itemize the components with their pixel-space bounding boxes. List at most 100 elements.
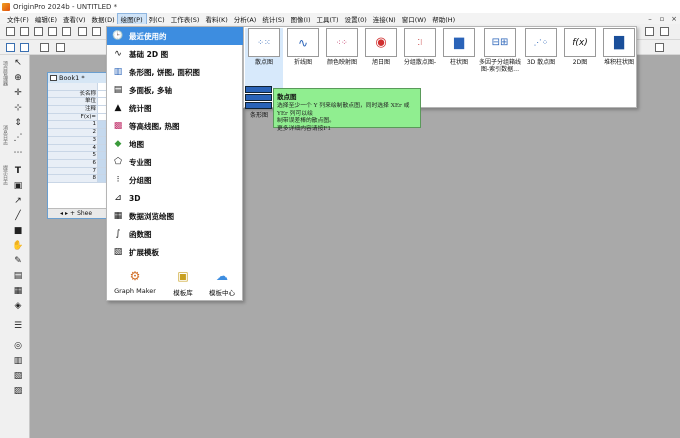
menu-data[interactable]: 数据(D) [89, 14, 118, 24]
sheet-add-icon[interactable]: + [70, 210, 75, 217]
table-row[interactable]: 4 [48, 144, 109, 153]
gallery-tile-colormap[interactable]: ⁖⁘ 颜色映射图 [323, 28, 361, 88]
table-row[interactable]: 6 [48, 159, 109, 168]
arrow-tool-icon[interactable]: ↗ [12, 195, 24, 207]
restore-icon[interactable]: ▫ [656, 15, 668, 23]
category-extension[interactable]: ▧ 扩展模板 [107, 243, 244, 261]
label-row[interactable]: 注释 [48, 106, 109, 114]
mask-tool-icon[interactable]: ⋯ [12, 147, 24, 159]
menu-worksheet[interactable]: 工作表(S) [168, 14, 203, 24]
table-row[interactable]: 1 [48, 121, 109, 130]
workbook-window[interactable]: Book1 * 长名称 单位 注释 F(x)= 1 2 3 4 5 6 7 8 … [47, 72, 110, 219]
menu-edit[interactable]: 编辑(E) [32, 14, 60, 24]
menu-window[interactable]: 窗口(W) [399, 14, 430, 24]
menu-view[interactable]: 查看(V) [60, 14, 89, 24]
data-reader-tool-icon[interactable]: ✛ [12, 87, 24, 99]
gallery-tile-2d-function[interactable]: f(x) 2D图 [561, 28, 599, 88]
label-row[interactable]: F(x)= [48, 113, 109, 122]
insert-graph-icon[interactable]: ▤ [12, 270, 24, 282]
redo-icon[interactable] [20, 43, 29, 52]
category-grouped[interactable]: ⁝ 分组图 [107, 171, 244, 189]
open-icon[interactable] [78, 27, 87, 36]
menu-statistics[interactable]: 统计(S) [259, 14, 287, 24]
toolbar-extra2-icon[interactable] [660, 27, 669, 36]
category-function[interactable]: ∫ 函数图 [107, 225, 244, 243]
app-icon-2[interactable]: ▥ [12, 355, 24, 367]
new-notes-icon[interactable] [62, 27, 71, 36]
gallery-tile-3d-scatter[interactable]: ⋰⁘ 3D 散点图 [522, 28, 560, 88]
category-3d[interactable]: ⊿ 3D [107, 189, 244, 207]
graph-maker-button[interactable]: ⚙ Graph Maker [109, 267, 161, 295]
sub-tile-bar[interactable]: 条形图 [245, 86, 273, 121]
gallery-tile-multifactor-box[interactable]: ⊟⊞ 多因子分组箱线图-索引数据… [479, 28, 521, 88]
menu-file[interactable]: 文件(F) [4, 14, 32, 24]
menu-help[interactable]: 帮助(H) [429, 14, 458, 24]
zoom-pan-tool-icon[interactable]: ⊕ [12, 72, 24, 84]
category-statistics[interactable]: ▲ 统计图 [107, 99, 244, 117]
table-row[interactable]: 8 [48, 175, 109, 183]
minimize-icon[interactable]: – [644, 15, 656, 23]
save-icon[interactable] [92, 27, 101, 36]
project-explorer-tab[interactable]: 项目管理器 [1, 61, 9, 86]
region-selector-icon[interactable]: ⋰ [12, 132, 24, 144]
corner-cell[interactable] [48, 83, 98, 90]
workbook-grid[interactable]: 长名称 单位 注释 F(x)= 1 2 3 4 5 6 7 8 [48, 83, 109, 183]
gallery-tile-line[interactable]: ∿ 折线图 [284, 28, 322, 88]
new-graph-icon[interactable] [34, 27, 43, 36]
gallery-tile-column[interactable]: ▆ 柱状图 [440, 28, 478, 88]
gallery-tile-stacked-column[interactable]: ▇ 堆积柱状图 [600, 28, 638, 88]
font-color-icon[interactable] [655, 43, 664, 52]
app-icon-4[interactable]: ▨ [12, 385, 24, 397]
rectangle-tool-icon[interactable]: ■ [12, 225, 24, 237]
hand-tool-icon[interactable]: ✋ [12, 240, 24, 252]
app-icon-3[interactable]: ▧ [12, 370, 24, 382]
hints-log-tab[interactable]: 提示日志 [1, 165, 9, 185]
gallery-tile-scatter[interactable]: ⁘⁙ 散点图 [245, 28, 283, 88]
menu-plot[interactable]: 绘图(P) [116, 12, 147, 25]
table-row[interactable]: 7 [48, 167, 109, 176]
gallery-tile-grouped-scatter[interactable]: ⁚⁝ 分组散点图- [401, 28, 439, 88]
category-bar-pie-area[interactable]: ▥ 条形图, 饼图, 面积图 [107, 63, 244, 81]
zoom-icon[interactable] [40, 43, 49, 52]
data-selector-tool-icon[interactable]: ⇕ [12, 117, 24, 129]
table-row[interactable]: 5 [48, 152, 109, 160]
menu-analysis[interactable]: 分析(A) [231, 14, 260, 24]
gallery-tile-sunburst[interactable]: ◉ 旭日图 [362, 28, 400, 88]
brush-tool-icon[interactable]: ✎ [12, 255, 24, 267]
category-specialized[interactable]: ⬠ 专业图 [107, 153, 244, 171]
column-header-row[interactable] [48, 83, 109, 91]
rect-tool-icon[interactable]: ▣ [12, 180, 24, 192]
sheet-tab[interactable]: Shee [77, 210, 92, 217]
sheet-nav-prev-icon[interactable]: ◂ [60, 210, 63, 217]
app-icon-1[interactable]: ◎ [12, 340, 24, 352]
template-center-button[interactable]: ☁ 模板中心 [196, 267, 248, 297]
close-icon[interactable]: × [668, 15, 680, 23]
label-row[interactable]: 单位 [48, 98, 109, 107]
insert-image-icon[interactable]: ▦ [12, 285, 24, 297]
messages-log-tab[interactable]: 消息日志 [1, 125, 9, 145]
new-project-icon[interactable] [6, 27, 15, 36]
menu-tools[interactable]: 工具(T) [314, 14, 342, 24]
toolbar-extra-icon[interactable] [645, 27, 654, 36]
undo-icon[interactable] [6, 43, 15, 52]
new-workbook-icon[interactable] [20, 27, 29, 36]
category-map[interactable]: ◆ 地图 [107, 135, 244, 153]
category-basic-2d[interactable]: ∿ 基础 2D 图 [107, 45, 244, 63]
line-tool-icon[interactable]: ╱ [12, 210, 24, 222]
sheet-nav-next-icon[interactable]: ▸ [65, 210, 68, 217]
category-recent[interactable]: 🕒 最近使用的 [107, 27, 244, 45]
workbook-title-bar[interactable]: Book1 * [48, 73, 109, 83]
rescale-icon[interactable] [56, 43, 65, 52]
category-multi-panel[interactable]: ▤ 多面板, 多轴 [107, 81, 244, 99]
screen-reader-tool-icon[interactable]: ⊹ [12, 102, 24, 114]
text-tool-icon[interactable]: T [12, 165, 24, 177]
object-manager-icon[interactable]: ☰ [12, 320, 24, 332]
category-data-explore[interactable]: ▦ 数据浏览绘图 [107, 207, 244, 225]
category-contour-heatmap[interactable]: ▩ 等高线图, 热图 [107, 117, 244, 135]
label-row[interactable]: 长名称 [48, 90, 109, 99]
pointer-tool-icon[interactable]: ↖ [12, 57, 24, 69]
menu-format[interactable]: 看料(K) [202, 14, 230, 24]
new-matrix-icon[interactable] [48, 27, 57, 36]
menu-image[interactable]: 图像(I) [288, 14, 314, 24]
table-row[interactable]: 3 [48, 136, 109, 145]
